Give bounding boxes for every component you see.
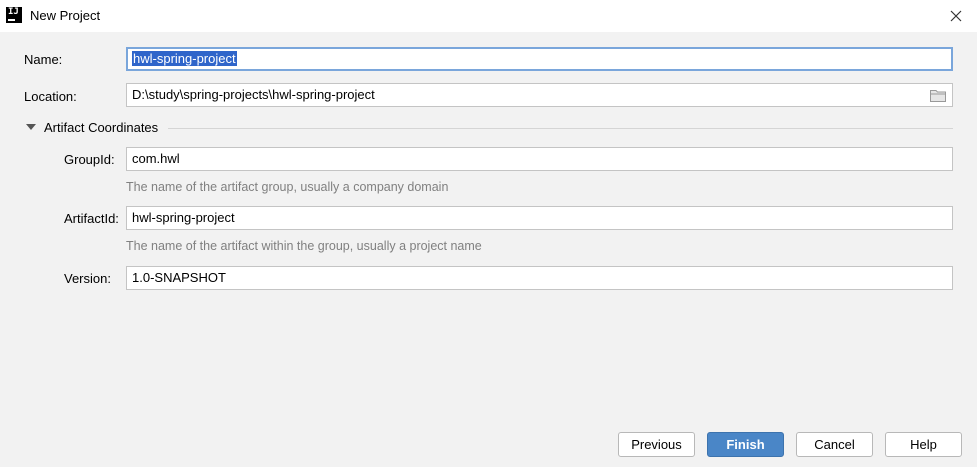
groupid-hint: The name of the artifact group, usually … [126, 180, 449, 194]
location-label: Location: [24, 89, 77, 104]
groupid-label: GroupId: [64, 152, 115, 167]
section-title: Artifact Coordinates [44, 120, 159, 135]
app-icon-text: IJ [8, 7, 19, 17]
section-divider [168, 128, 953, 129]
groupid-input[interactable]: com.hwl [126, 147, 953, 171]
artifactid-label: ArtifactId: [64, 211, 119, 226]
name-input[interactable]: hwl-spring-project [126, 47, 953, 71]
artifact-coordinates-section: Artifact Coordinates [26, 120, 953, 136]
intellij-icon: IJ [6, 7, 22, 23]
folder-icon[interactable] [930, 89, 946, 102]
help-button[interactable]: Help [885, 432, 962, 457]
version-label: Version: [64, 271, 111, 286]
close-icon [950, 10, 962, 22]
artifactid-input[interactable]: hwl-spring-project [126, 206, 953, 230]
new-project-dialog: IJ New Project Name: hwl-spring-project … [0, 0, 977, 467]
name-label: Name: [24, 52, 63, 67]
version-input[interactable]: 1.0-SNAPSHOT [126, 266, 953, 290]
location-input-value: D:\study\spring-projects\hwl-spring-proj… [132, 87, 375, 102]
close-button[interactable] [943, 3, 969, 29]
triangle-down-icon[interactable] [26, 124, 36, 130]
window-title: New Project [30, 8, 101, 23]
groupid-input-value: com.hwl [132, 151, 180, 166]
artifactid-input-value: hwl-spring-project [132, 210, 235, 225]
title-bar: IJ New Project [0, 0, 977, 32]
version-input-value: 1.0-SNAPSHOT [132, 270, 226, 285]
location-input[interactable]: D:\study\spring-projects\hwl-spring-proj… [126, 83, 953, 107]
finish-button[interactable]: Finish [707, 432, 784, 457]
artifactid-hint: The name of the artifact within the grou… [126, 239, 482, 253]
name-input-value: hwl-spring-project [132, 51, 237, 66]
cancel-button[interactable]: Cancel [796, 432, 873, 457]
previous-button[interactable]: Previous [618, 432, 695, 457]
